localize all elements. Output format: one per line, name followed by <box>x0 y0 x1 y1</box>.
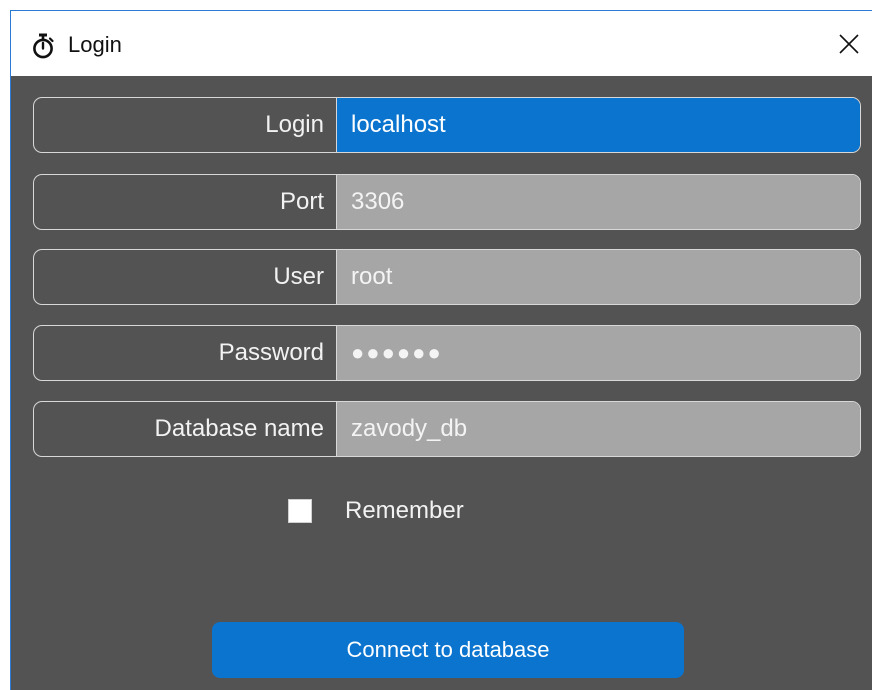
database-name-input[interactable] <box>337 402 860 456</box>
close-button[interactable] <box>834 29 864 59</box>
login-field-row: Login <box>33 97 861 153</box>
window-title: Login <box>68 32 122 57</box>
remember-checkbox[interactable] <box>288 499 312 523</box>
password-field-row: Password <box>33 325 861 381</box>
login-window: Login Login Port User Password Database … <box>10 10 872 690</box>
remember-label: Remember <box>345 497 464 524</box>
database-name-label: Database name <box>154 415 324 442</box>
port-label: Port <box>279 188 324 215</box>
database-name-field-row: Database name <box>33 401 861 457</box>
title-bar: Login <box>11 11 872 76</box>
login-label: Login <box>265 111 324 138</box>
user-label: User <box>273 263 324 290</box>
remember-option[interactable]: Remember <box>288 497 464 525</box>
user-input[interactable] <box>337 250 860 304</box>
close-icon <box>839 34 859 54</box>
password-input[interactable] <box>337 326 860 380</box>
password-label: Password <box>218 339 324 366</box>
stopwatch-icon <box>30 33 56 59</box>
user-field-row: User <box>33 249 861 305</box>
port-input[interactable] <box>337 175 860 229</box>
login-input[interactable] <box>337 98 860 152</box>
connect-button[interactable]: Connect to database <box>212 622 684 678</box>
port-field-row: Port <box>33 174 861 230</box>
